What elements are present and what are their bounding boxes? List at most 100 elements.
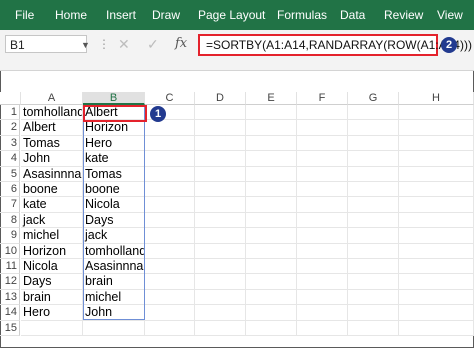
cell-g2[interactable]	[348, 120, 399, 136]
cell-f7[interactable]	[297, 197, 348, 213]
cell-g4[interactable]	[348, 151, 399, 167]
row-header-9[interactable]: 9	[0, 228, 20, 244]
tab-formulas[interactable]: Formulas	[277, 8, 327, 22]
cell-c7[interactable]	[145, 197, 195, 213]
cell-a13[interactable]: brain	[21, 289, 83, 306]
tab-insert[interactable]: Insert	[106, 8, 136, 22]
cell-a15[interactable]	[21, 320, 83, 336]
cell-g7[interactable]	[348, 197, 399, 213]
cell-f14[interactable]	[297, 305, 348, 321]
cell-f10[interactable]	[297, 243, 348, 259]
cell-d13[interactable]	[195, 289, 246, 306]
tab-view[interactable]: View	[437, 8, 463, 22]
column-header-a[interactable]: A	[21, 92, 83, 105]
cell-f5[interactable]	[297, 166, 348, 182]
cell-c12[interactable]	[145, 274, 195, 290]
cell-c6[interactable]	[145, 182, 195, 198]
cell-h10[interactable]	[399, 243, 474, 259]
cell-a11[interactable]: Nicola	[21, 259, 83, 275]
function-icon[interactable]: fx	[175, 36, 187, 52]
cell-g12[interactable]	[348, 274, 399, 290]
cell-h2[interactable]	[399, 120, 474, 136]
cell-e8[interactable]	[246, 212, 297, 229]
cell-a12[interactable]: Days	[21, 274, 83, 290]
cell-a10[interactable]: Horizon	[21, 243, 83, 259]
cell-g6[interactable]	[348, 182, 399, 198]
cell-c3[interactable]	[145, 135, 195, 152]
cell-h6[interactable]	[399, 182, 474, 198]
row-header-4[interactable]: 4	[0, 151, 20, 167]
cell-f2[interactable]	[297, 120, 348, 136]
tab-home[interactable]: Home	[55, 8, 87, 22]
cell-e4[interactable]	[246, 151, 297, 167]
column-header-c[interactable]: C	[145, 92, 195, 105]
cell-c2[interactable]	[145, 120, 195, 136]
cell-d7[interactable]	[195, 197, 246, 213]
cell-f12[interactable]	[297, 274, 348, 290]
cell-h14[interactable]	[399, 305, 474, 321]
cell-d2[interactable]	[195, 120, 246, 136]
cell-a5[interactable]: Asasinnna	[21, 166, 83, 182]
cell-e14[interactable]	[246, 305, 297, 321]
cell-c4[interactable]	[145, 151, 195, 167]
cell-f8[interactable]	[297, 212, 348, 229]
cell-g14[interactable]	[348, 305, 399, 321]
cell-g3[interactable]	[348, 135, 399, 152]
cell-e5[interactable]	[246, 166, 297, 182]
cell-f11[interactable]	[297, 259, 348, 275]
cell-h5[interactable]	[399, 166, 474, 182]
tab-file[interactable]: File	[15, 8, 34, 22]
cell-h12[interactable]	[399, 274, 474, 290]
column-header-f[interactable]: F	[297, 92, 348, 105]
cell-c8[interactable]	[145, 212, 195, 229]
cell-h1[interactable]	[399, 105, 474, 121]
cell-c11[interactable]	[145, 259, 195, 275]
column-header-b[interactable]: B	[83, 92, 145, 105]
cell-f4[interactable]	[297, 151, 348, 167]
row-header-2[interactable]: 2	[0, 120, 20, 136]
tab-page-layout[interactable]: Page Layout	[198, 8, 265, 22]
check-icon[interactable]: ✓	[147, 36, 159, 52]
row-header-1[interactable]: 1	[0, 105, 20, 121]
cell-h15[interactable]	[399, 320, 474, 336]
row-header-11[interactable]: 11	[0, 259, 20, 275]
cell-e7[interactable]	[246, 197, 297, 213]
row-header-3[interactable]: 3	[0, 135, 20, 152]
cell-d5[interactable]	[195, 166, 246, 182]
cell-d15[interactable]	[195, 320, 246, 336]
cell-d4[interactable]	[195, 151, 246, 167]
cell-a7[interactable]: kate	[21, 197, 83, 213]
cell-h11[interactable]	[399, 259, 474, 275]
cell-h7[interactable]	[399, 197, 474, 213]
cell-c5[interactable]	[145, 166, 195, 182]
row-header-7[interactable]: 7	[0, 197, 20, 213]
cell-b15[interactable]	[83, 320, 145, 336]
cell-d14[interactable]	[195, 305, 246, 321]
row-header-8[interactable]: 8	[0, 212, 20, 229]
cell-c14[interactable]	[145, 305, 195, 321]
cell-f15[interactable]	[297, 320, 348, 336]
cell-f6[interactable]	[297, 182, 348, 198]
cell-d8[interactable]	[195, 212, 246, 229]
row-header-10[interactable]: 10	[0, 243, 20, 259]
cell-f13[interactable]	[297, 289, 348, 306]
name-box[interactable]: B1 ▼	[5, 35, 90, 53]
cell-e15[interactable]	[246, 320, 297, 336]
row-header-6[interactable]: 6	[0, 182, 20, 198]
cell-d1[interactable]	[195, 105, 246, 121]
cell-e3[interactable]	[246, 135, 297, 152]
cell-f9[interactable]	[297, 228, 348, 244]
cell-d3[interactable]	[195, 135, 246, 152]
cell-g13[interactable]	[348, 289, 399, 306]
cell-h4[interactable]	[399, 151, 474, 167]
cell-f3[interactable]	[297, 135, 348, 152]
cell-e13[interactable]	[246, 289, 297, 306]
cell-e11[interactable]	[246, 259, 297, 275]
tab-data[interactable]: Data	[340, 8, 365, 22]
cell-g5[interactable]	[348, 166, 399, 182]
cell-d6[interactable]	[195, 182, 246, 198]
cell-e9[interactable]	[246, 228, 297, 244]
cell-d9[interactable]	[195, 228, 246, 244]
cell-g10[interactable]	[348, 243, 399, 259]
close-icon[interactable]: ✕	[118, 36, 130, 52]
